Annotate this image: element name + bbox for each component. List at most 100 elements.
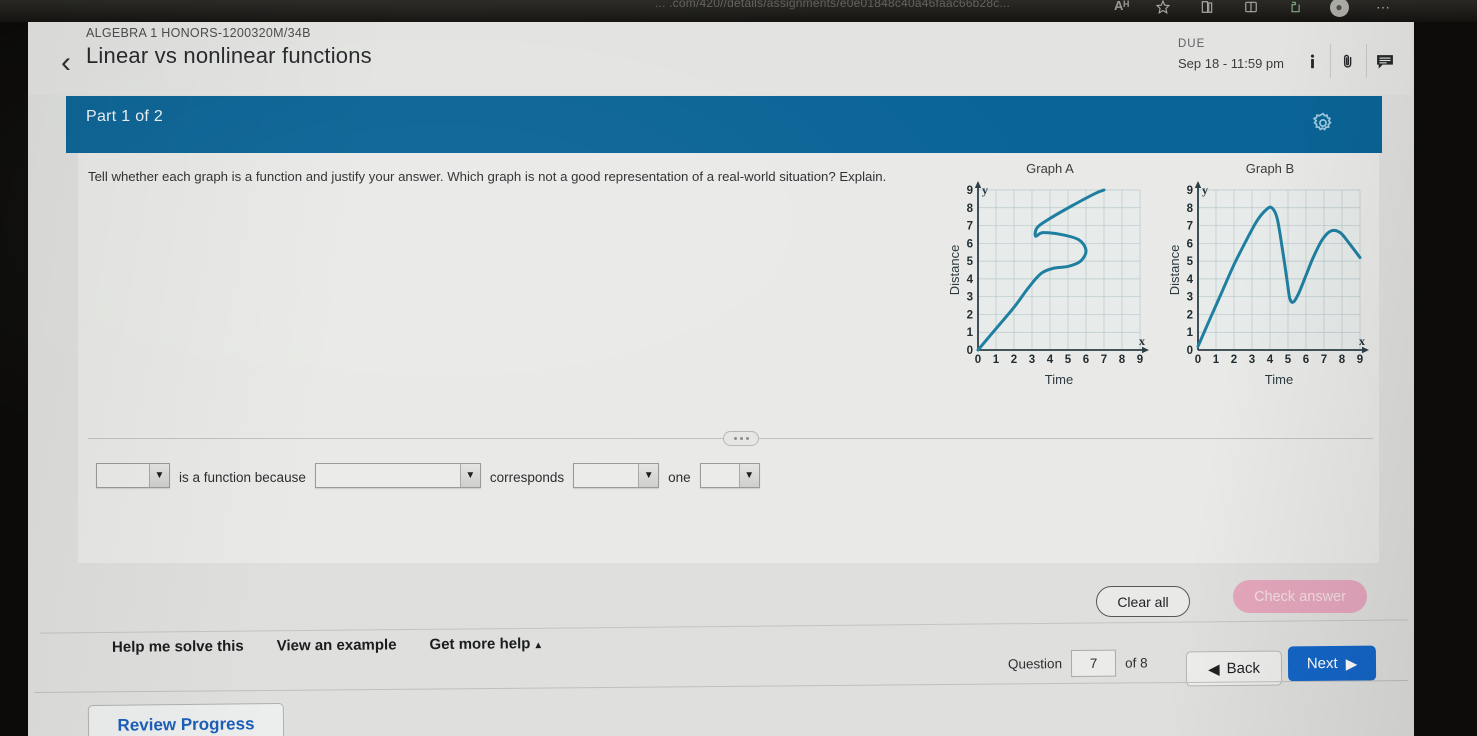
svg-text:6: 6 [1083, 354, 1089, 366]
due-info: DUE Sep 18 - 11:59 pm [1178, 38, 1284, 71]
svg-text:4: 4 [1267, 354, 1274, 366]
address-bar-url[interactable]: ... .com/420//details/assignments/e0e018… [655, 0, 1010, 10]
svg-text:3: 3 [1029, 354, 1035, 366]
svg-text:6: 6 [1187, 238, 1193, 250]
svg-text:4: 4 [967, 274, 974, 286]
sentence-text-2: corresponds [489, 470, 565, 485]
svg-text:5: 5 [1065, 354, 1072, 366]
browser-icon-group: ● ⋯ [1152, 0, 1394, 18]
svg-text:x: x [1139, 334, 1145, 348]
chevron-down-icon[interactable]: ▼ [738, 464, 759, 487]
svg-text:1: 1 [1187, 327, 1194, 339]
graph-b-title: Graph B [1245, 161, 1295, 176]
svg-text:7: 7 [967, 221, 973, 233]
svg-text:9: 9 [1357, 354, 1363, 366]
svg-text:5: 5 [1187, 256, 1194, 268]
back-arrow-icon: ◀ [1207, 660, 1220, 678]
svg-text:3: 3 [1249, 354, 1255, 366]
part-progress-bar: Part 1 of 2 [66, 96, 1382, 153]
question-prompt: Tell whether each graph is a function an… [88, 169, 887, 184]
svg-text:2: 2 [1187, 309, 1193, 321]
due-label: DUE [1178, 38, 1206, 50]
svg-text:5: 5 [967, 256, 974, 268]
svg-text:8: 8 [1187, 203, 1194, 215]
next-button[interactable]: Next ▶ [1287, 645, 1377, 682]
info-icon[interactable] [1294, 44, 1330, 78]
svg-text:1: 1 [993, 354, 1000, 366]
svg-text:y: y [982, 183, 988, 197]
graph-b-plot: yx0 1 2 3 4 5 6 7 8 90123456789TimeDistance [1170, 181, 1369, 387]
svg-text:x: x [1359, 334, 1365, 348]
extensions-icon[interactable] [1284, 0, 1306, 18]
svg-text:8: 8 [1339, 354, 1346, 366]
question-label: Question [1007, 656, 1063, 672]
svg-text:0: 0 [975, 354, 981, 366]
graph-a-title: Graph A [1026, 161, 1074, 176]
browser-toolbar: ... .com/420//details/assignments/e0e018… [0, 0, 1477, 22]
course-code: ALGEBRA 1 HONORS-1200320M/34B [86, 26, 311, 40]
assignment-header: ‹ ALGEBRA 1 HONORS-1200320M/34B Linear v… [28, 22, 1412, 95]
get-more-help-link[interactable]: Get more help ▲ [429, 635, 543, 653]
collections-icon[interactable] [1196, 0, 1218, 18]
sentence-text-3: one [668, 470, 691, 485]
svg-text:3: 3 [967, 292, 973, 304]
check-answer-button[interactable]: Check answer [1233, 580, 1367, 613]
svg-text:9: 9 [967, 185, 973, 197]
svg-text:6: 6 [1303, 354, 1309, 366]
split-screen-icon[interactable] [1240, 0, 1262, 18]
svg-text:9: 9 [1187, 185, 1193, 197]
svg-text:y: y [1202, 183, 1208, 197]
svg-text:9: 9 [1137, 354, 1143, 366]
dropdown-reason[interactable]: ▼ [314, 463, 481, 488]
answer-sentence-row: ▼ is a function because ▼ corresponds ▼ … [96, 463, 760, 488]
feedback-icon[interactable] [1366, 44, 1402, 78]
svg-text:2: 2 [967, 309, 973, 321]
back-chevron-icon[interactable]: ‹ [61, 48, 71, 78]
sentence-text-1: is a function because [179, 470, 306, 485]
svg-text:8: 8 [1119, 354, 1126, 366]
graph-b: Graph B y x 0 1 2 3 4 5 6 7 8 9 0 1 2 3 4 5 6 7 8 9 Time Distan… [1170, 161, 1370, 393]
svg-text:Time: Time [1045, 372, 1073, 387]
svg-text:2: 2 [1231, 354, 1237, 366]
dropdown-quantifier[interactable]: ▼ [573, 463, 660, 488]
caret-up-icon: ▲ [533, 640, 544, 652]
svg-text:0: 0 [1195, 354, 1201, 366]
svg-text:2: 2 [1011, 354, 1017, 366]
clear-all-button[interactable]: Clear all [1096, 586, 1190, 617]
svg-text:4: 4 [1187, 274, 1194, 286]
chevron-down-icon[interactable]: ▼ [459, 464, 480, 487]
favorites-star-icon[interactable] [1152, 0, 1174, 18]
reading-mode-icon[interactable]: Aᴴ [1114, 0, 1129, 13]
divider-handle[interactable] [723, 431, 759, 446]
header-tool-group [1294, 44, 1402, 78]
svg-text:5: 5 [1285, 354, 1292, 366]
question-number-input[interactable]: 7 [1070, 649, 1117, 678]
graph-figures: Graph A y x 0 1 2 3 4 5 6 7 8 9 0 1 2 3 4 5 6 7 8 9 Time Distan… [950, 161, 1370, 393]
svg-text:1: 1 [967, 327, 974, 339]
profile-avatar[interactable]: ● [1328, 0, 1350, 18]
svg-text:8: 8 [967, 203, 974, 215]
dropdown-value[interactable]: ▼ [699, 463, 760, 488]
chevron-down-icon[interactable]: ▼ [638, 464, 659, 487]
device-bezel-right [1412, 22, 1477, 736]
svg-text:6: 6 [967, 238, 973, 250]
page-title: Linear vs nonlinear functions [86, 43, 372, 68]
due-date: Sep 18 - 11:59 pm [1178, 56, 1284, 71]
attachment-icon[interactable] [1330, 44, 1366, 78]
chevron-down-icon[interactable]: ▼ [149, 464, 169, 487]
svg-text:7: 7 [1187, 221, 1193, 233]
gear-icon[interactable] [1308, 108, 1338, 138]
question-total-label: of 8 [1124, 655, 1148, 671]
svg-text:7: 7 [1321, 354, 1327, 366]
help-me-solve-this-link[interactable]: Help me solve this [112, 638, 244, 656]
dropdown-graph-choice[interactable]: ▼ [96, 463, 170, 488]
graph-a-plot: yx0 1 2 3 4 5 6 7 8 90123456789TimeDistance [950, 181, 1149, 387]
question-navigation: Question 7 of 8 [1007, 649, 1148, 678]
device-bezel-left [0, 22, 30, 736]
review-progress-button[interactable]: Review Progress [87, 702, 285, 736]
view-an-example-link[interactable]: View an example [277, 636, 397, 654]
next-button-label: Next [1306, 654, 1338, 673]
more-menu-icon[interactable]: ⋯ [1372, 0, 1394, 18]
graph-a: Graph A y x 0 1 2 3 4 5 6 7 8 9 0 1 2 3 4 5 6 7 8 9 Time Distan… [950, 161, 1150, 393]
svg-text:3: 3 [1187, 292, 1193, 304]
